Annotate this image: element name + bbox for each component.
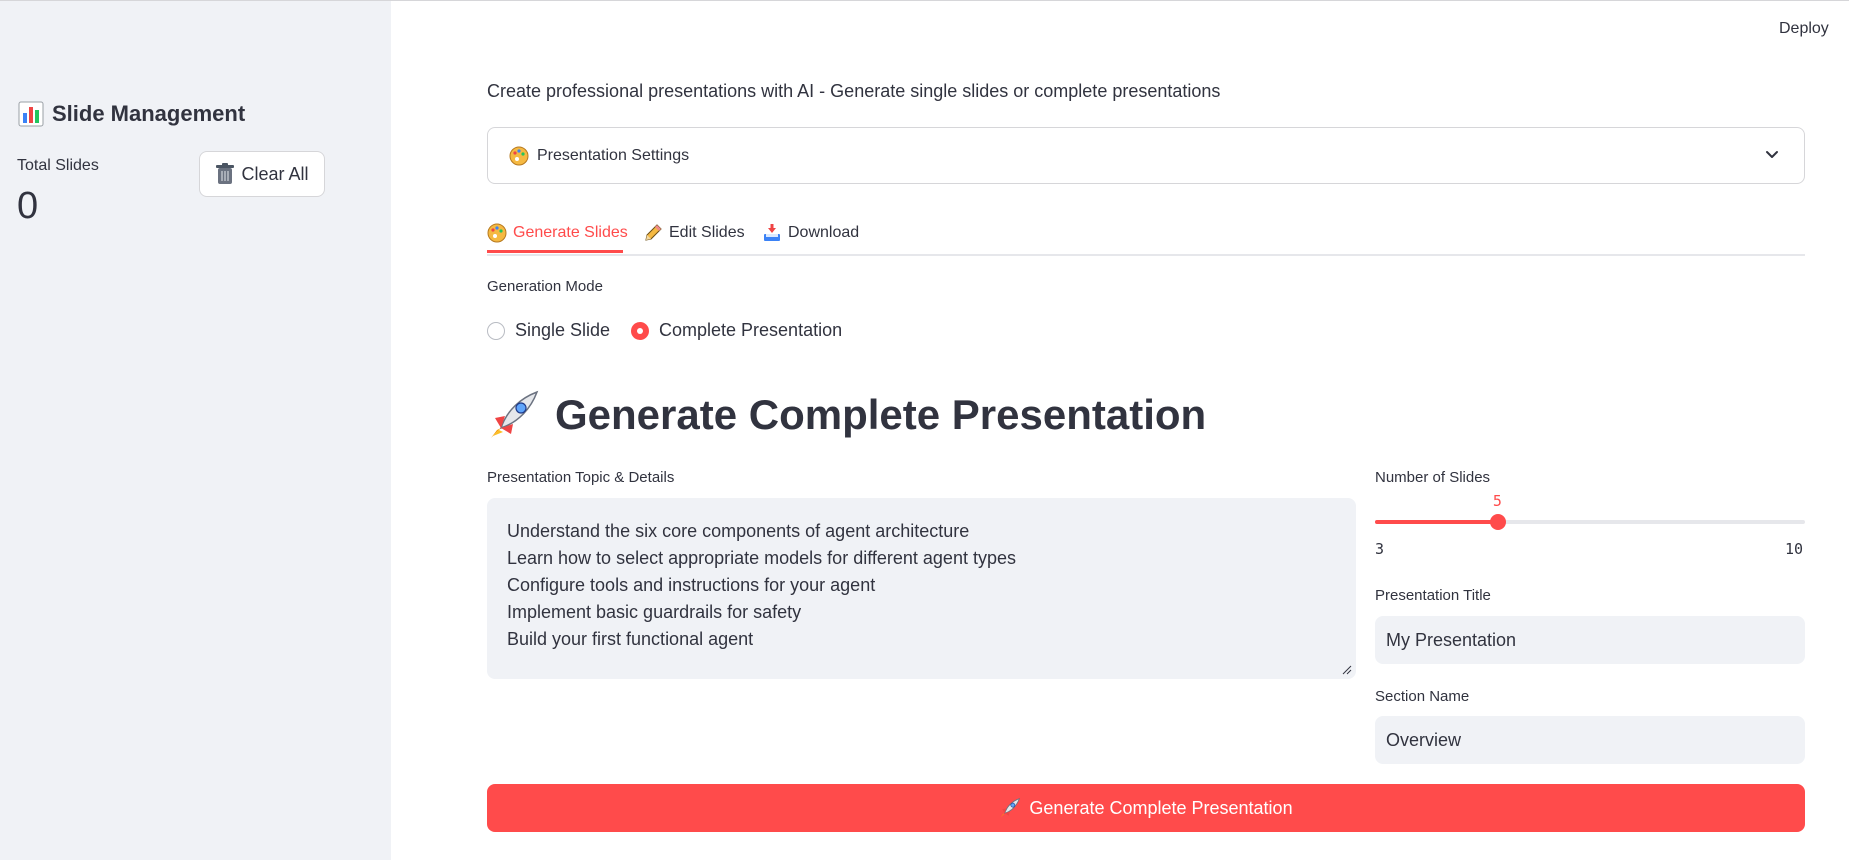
total-slides-value: 0 (17, 185, 39, 227)
resize-handle-icon[interactable] (1342, 665, 1352, 675)
pencil-icon (643, 223, 663, 243)
section-name-label: Section Name (1375, 688, 1470, 705)
tab-bar: Generate Slides Edit Slides Download (487, 212, 1805, 256)
generation-mode-label: Generation Mode (487, 278, 603, 295)
tab-edit-slides[interactable]: Edit Slides (643, 218, 745, 248)
clear-all-button[interactable]: Clear All (199, 151, 325, 197)
section-title: Generate Complete Presentation (487, 388, 1206, 442)
slider-value: 5 (1492, 492, 1502, 510)
palette-icon (487, 223, 507, 243)
trash-icon (215, 163, 235, 185)
textarea-line: Build your first functional agent (507, 629, 754, 649)
tab-label: Edit Slides (669, 224, 745, 241)
slider-max: 10 (1785, 540, 1804, 558)
clear-all-label: Clear All (241, 163, 309, 184)
section-name-input[interactable]: Overview (1375, 716, 1805, 764)
topic-label: Presentation Topic & Details (487, 469, 675, 486)
inbox-tray-icon (762, 223, 782, 243)
tab-generate-slides[interactable]: Generate Slides (487, 218, 628, 248)
rocket-icon (999, 797, 1021, 819)
slider-fill (1375, 520, 1498, 524)
presentation-settings-label: Presentation Settings (537, 146, 690, 164)
radio-label: Single Slide (515, 320, 611, 340)
presentation-title-input[interactable]: My Presentation (1375, 616, 1805, 664)
radio-single-slide[interactable]: Single Slide (487, 320, 610, 341)
section-title-text: Generate Complete Presentation (555, 391, 1207, 438)
topic-textarea[interactable]: Understand the six core components of ag… (487, 498, 1356, 679)
textarea-line: Learn how to select appropriate models f… (507, 548, 1016, 568)
tab-label: Download (788, 224, 860, 241)
radio-complete-presentation[interactable]: Complete Presentation (631, 320, 842, 341)
total-slides-label: Total Slides (17, 157, 99, 174)
presentation-title-label: Presentation Title (1375, 587, 1491, 604)
radio-button (487, 321, 505, 340)
textarea-line: Implement basic guardrails for safety (507, 602, 802, 622)
sidebar-title: Slide Management (18, 101, 245, 127)
tab-label: Generate Slides (513, 224, 628, 241)
deploy-button[interactable]: Deploy (1779, 20, 1829, 38)
num-slides-label: Number of Slides (1375, 469, 1491, 486)
sidebar-title-text: Slide Management (52, 101, 246, 126)
palette-icon (509, 146, 529, 166)
slider-thumb[interactable] (1489, 514, 1506, 530)
slider-min: 3 (1375, 540, 1385, 558)
textarea-line: Understand the six core components of ag… (507, 521, 970, 541)
generate-presentation-button[interactable]: Generate Complete Presentation (487, 784, 1805, 832)
page-subtitle: Create professional presentations with A… (487, 81, 1221, 101)
radio-button (631, 321, 649, 340)
active-tab-indicator (487, 250, 623, 253)
chevron-down-icon (1766, 151, 1778, 158)
num-slides-slider[interactable] (1375, 514, 1805, 530)
radio-label: Complete Presentation (659, 320, 843, 340)
rocket-icon (487, 388, 541, 442)
bar-chart-icon (18, 101, 44, 127)
presentation-settings-expander[interactable]: Presentation Settings (487, 127, 1805, 184)
textarea-line: Configure tools and instructions for you… (507, 575, 876, 595)
tab-download[interactable]: Download (762, 218, 859, 248)
generate-button-label: Generate Complete Presentation (1029, 797, 1293, 818)
sidebar: Slide Management Total Slides 0 Clear Al… (0, 1, 391, 860)
